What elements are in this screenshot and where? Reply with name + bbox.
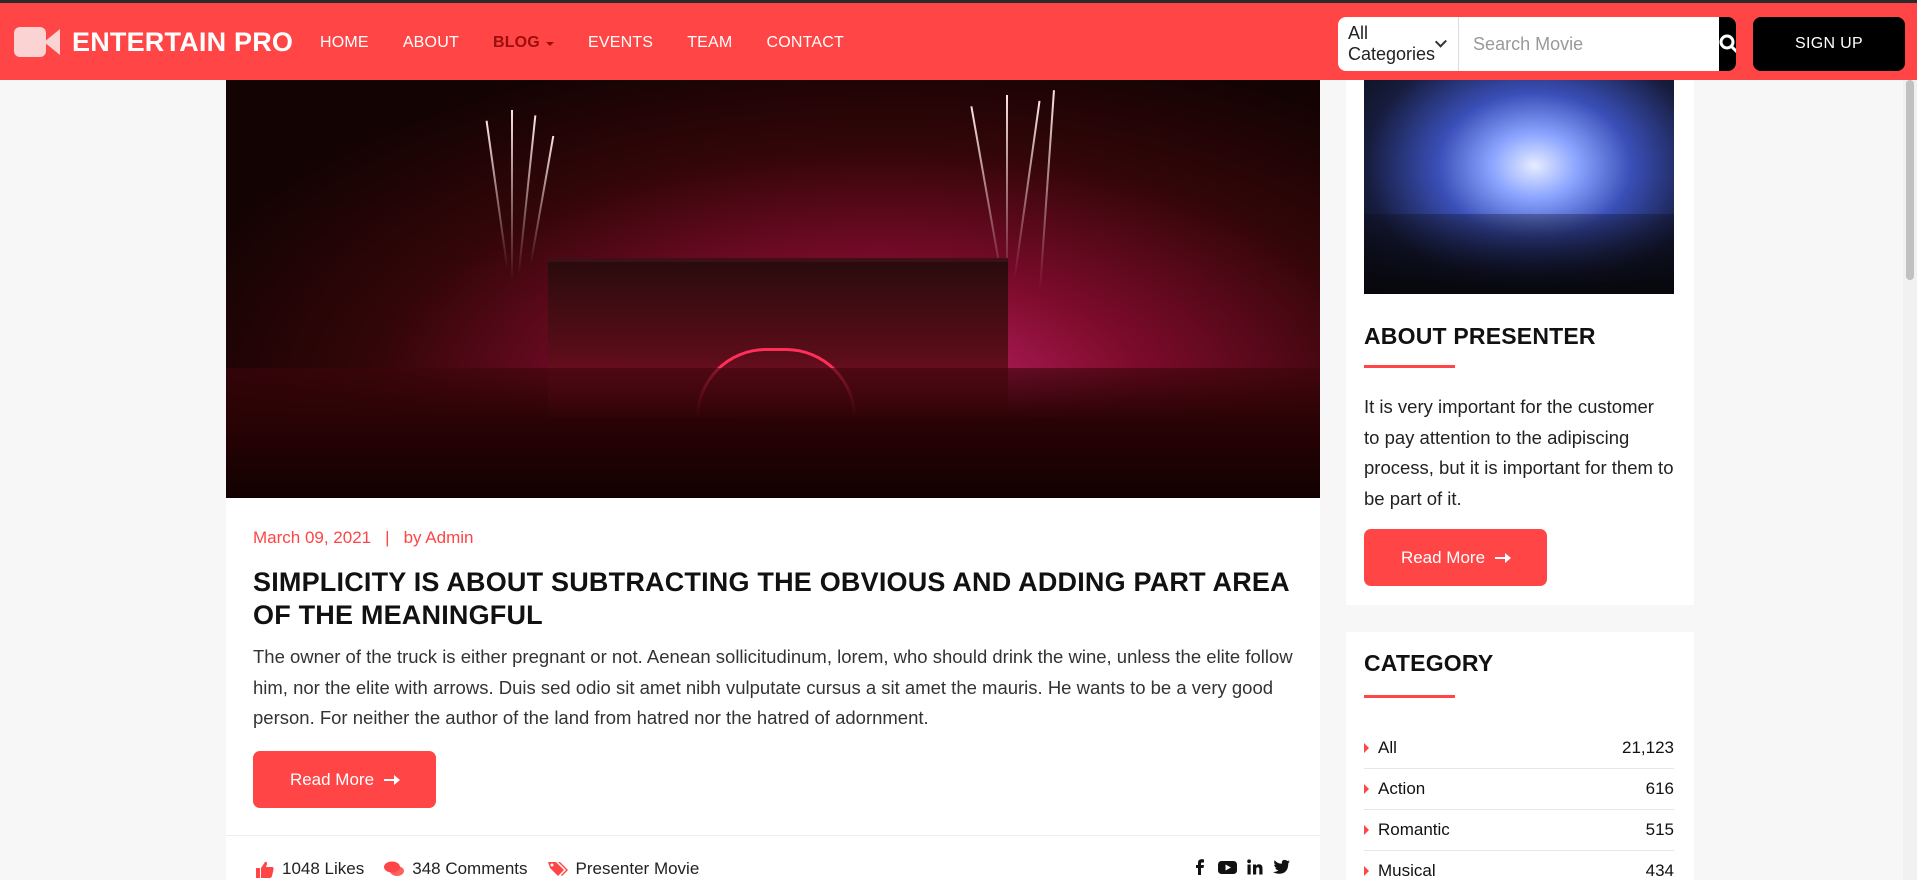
thumbs-up-icon [256,861,274,878]
category-heading: CATEGORY [1364,650,1494,676]
post-author[interactable]: by Admin [404,528,474,548]
post-read-more-button[interactable]: Read More [253,751,436,808]
firework-spark [1006,95,1008,285]
scrollbar-thumb[interactable] [1906,80,1914,280]
category-count: 434 [1645,861,1674,880]
post-tag: Presenter Movie [575,859,700,878]
about-presenter-text: It is very important for the customer to… [1364,396,1674,509]
heading-underline [1364,695,1455,698]
caret-right-icon [1364,866,1369,876]
tags-icon [547,862,568,876]
video-camera-icon [14,25,60,59]
category-select[interactable]: All Categories [1338,17,1460,71]
caret-right-icon [1364,743,1369,753]
nav-contact[interactable]: CONTACT [766,34,844,52]
comments-icon [384,861,405,876]
category-select-value: All Categories [1348,23,1436,64]
category-label: Romantic [1378,820,1450,839]
comments-count: 348 Comments [412,859,528,878]
nav-events[interactable]: EVENTS [588,34,653,52]
caret-down-icon [545,42,554,46]
caret-right-icon [1364,825,1369,835]
post-excerpt: The owner of the truck is either pregnan… [253,646,1293,728]
arrow-right-icon [384,774,401,785]
about-presenter-heading: ABOUT PRESENTER [1364,323,1596,349]
category-count: 616 [1645,779,1674,798]
search-button[interactable] [1719,17,1736,71]
social-share [1192,859,1290,875]
heading-underline [1364,365,1455,368]
category-count: 21,123 [1622,738,1674,757]
caret-right-icon [1364,784,1369,794]
nav-about[interactable]: ABOUT [403,34,459,52]
post-title[interactable]: SIMPLICITY IS ABOUT SUBTRACTING THE OBVI… [253,566,1293,632]
brand-name: ENTERTAIN PRO [72,26,294,57]
category-item-romantic[interactable]: Romantic 515 [1364,810,1674,851]
crowd-silhouette [1364,214,1674,294]
blog-post-card: March 09, 2021 | by Admin SIMPLICITY IS … [226,80,1320,880]
comments-stat[interactable]: 348 Comments [384,859,528,879]
post-stats: 1048 Likes 348 Comments Presenter Movie [256,859,699,879]
category-card: CATEGORY All 21,123 Action 616 Romantic … [1346,632,1694,880]
brand-logo[interactable]: ENTERTAIN PRO [14,25,293,59]
category-count: 515 [1645,820,1674,839]
category-label: Action [1378,779,1426,798]
nav-team[interactable]: TEAM [687,34,732,52]
search-input[interactable] [1459,17,1720,71]
post-footer: 1048 Likes 348 Comments Presenter Movie [226,835,1320,880]
post-image-concert[interactable] [226,80,1320,498]
category-item-action[interactable]: Action 616 [1364,769,1674,810]
likes-count: 1048 Likes [282,859,365,878]
firework-spark [511,110,513,280]
category-label: All [1378,738,1397,757]
nav-blog[interactable]: BLOG [493,34,554,52]
twitter-icon[interactable] [1273,859,1290,875]
youtube-icon[interactable] [1218,859,1237,875]
tag-stat[interactable]: Presenter Movie [547,859,700,879]
nav-blog-label: BLOG [492,34,540,51]
firework-spark [1039,90,1055,290]
read-more-label: Read More [289,769,375,789]
facebook-icon[interactable] [1192,859,1208,875]
post-date[interactable]: March 09, 2021 [253,528,371,548]
main-nav: HOME ABOUT BLOG EVENTS TEAM CONTACT [320,3,844,83]
firework-spark [1013,100,1041,280]
category-list: All 21,123 Action 616 Romantic 515 Music… [1364,728,1674,880]
linkedin-icon[interactable] [1247,859,1263,875]
arrow-right-icon [1495,552,1512,563]
firework-spark [485,120,509,270]
read-more-label: Read More [1400,547,1486,567]
post-meta: March 09, 2021 | by Admin [253,528,474,548]
search-icon [1719,34,1736,54]
about-read-more-button[interactable]: Read More [1364,529,1547,586]
top-navbar: ENTERTAIN PRO HOME ABOUT BLOG EVENTS TEA… [0,0,1917,80]
meta-separator: | [385,528,390,547]
nav-home[interactable]: HOME [320,34,369,52]
search-bar: All Categories [1338,17,1736,71]
presenter-image[interactable] [1364,80,1674,294]
category-label: Musical [1378,861,1436,880]
page-scrollbar[interactable] [1903,80,1917,880]
concert-crowd [226,368,1320,498]
category-item-musical[interactable]: Musical 434 [1364,851,1674,880]
category-item-all[interactable]: All 21,123 [1364,728,1674,769]
firework-spark [529,135,555,265]
likes-stat[interactable]: 1048 Likes [256,859,364,879]
sign-up-button[interactable]: SIGN UP [1753,17,1905,71]
about-presenter-card: ABOUT PRESENTER It is very important for… [1346,80,1694,605]
